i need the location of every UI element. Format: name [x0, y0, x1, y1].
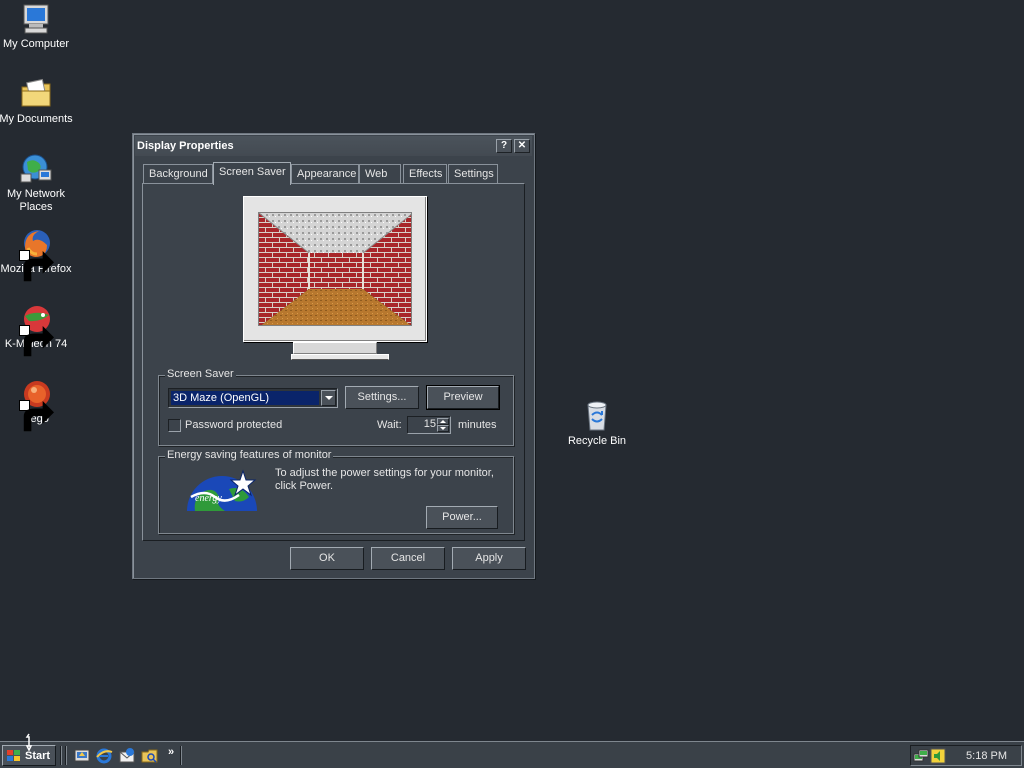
windows-logo-icon [7, 749, 20, 761]
help-button[interactable]: ? [496, 139, 512, 153]
desktop-icon-my-computer[interactable]: My Computer [0, 2, 74, 51]
desktop-icon-recycle-bin[interactable]: Recycle Bin [559, 399, 635, 448]
recycle-bin-icon [580, 399, 614, 433]
desktop-icon-network-places[interactable]: My Network Places [0, 152, 74, 214]
shortcut-arrow-icon [19, 325, 54, 357]
outlook-express-icon[interactable] [118, 747, 136, 765]
desktop-icon-my-documents[interactable]: My Documents [0, 77, 74, 126]
wait-minutes-spinner[interactable]: 15 [407, 416, 451, 434]
my-documents-icon [19, 77, 53, 111]
screensaver-group: Screen Saver 3D Maze (OpenGL) Settings..… [158, 368, 514, 446]
dropdown-arrow-icon[interactable] [321, 390, 336, 406]
kmeleon-icon [19, 302, 54, 357]
display-properties-dialog: Display Properties ? ✕ Background Screen… [132, 133, 535, 579]
shortcut-arrow-icon [19, 250, 54, 282]
explorer-icon[interactable] [141, 747, 159, 765]
screensaver-group-label: Screen Saver [165, 368, 236, 380]
desktop-icon-label: My Network Places [6, 188, 66, 213]
password-protected-checkbox[interactable] [168, 419, 181, 432]
network-places-icon [19, 152, 53, 186]
start-label: Start [25, 749, 51, 762]
monitor-frame [243, 196, 427, 342]
wait-unit-label: minutes [458, 419, 497, 431]
settings-button[interactable]: Settings... [345, 386, 419, 409]
energy-group-label: Energy saving features of monitor [165, 449, 334, 461]
network-tray-icon[interactable] [913, 748, 929, 764]
wait-label: Wait: [377, 419, 402, 431]
tab-appearance[interactable]: Appearance [291, 164, 359, 184]
my-computer-icon [19, 2, 53, 36]
desktop-icon-kmeleon[interactable]: K-Meleon 74 [0, 302, 74, 357]
apply-button[interactable]: Apply [452, 547, 526, 570]
power-button[interactable]: Power... [426, 506, 498, 529]
tab-effects[interactable]: Effects [403, 164, 447, 184]
maze-preview-screen [258, 212, 412, 326]
desktop-icon-label: My Computer [2, 38, 70, 50]
dialog-title: Display Properties [137, 140, 234, 152]
screensaver-select[interactable]: 3D Maze (OpenGL) [168, 388, 338, 408]
screensaver-preview-monitor [243, 196, 427, 368]
spin-up-icon[interactable] [437, 418, 449, 425]
taskbar-separator [65, 746, 67, 765]
tab-screen-saver[interactable]: Screen Saver [213, 162, 291, 185]
taskbar-separator [60, 746, 62, 765]
volume-tray-icon[interactable] [930, 748, 946, 764]
tab-web[interactable]: Web [359, 164, 401, 184]
spin-down-icon[interactable] [437, 425, 449, 432]
desktop-icon-firefox[interactable]: Mozilla Firefox [0, 227, 74, 282]
maze-preview-image [259, 213, 411, 325]
clock[interactable]: 5:18 PM [966, 750, 1007, 762]
energy-star-logo: energy [185, 467, 259, 511]
energy-description: To adjust the power settings for your mo… [275, 467, 494, 492]
internet-explorer-icon[interactable] [95, 747, 113, 765]
ok-button[interactable]: OK [290, 547, 364, 570]
close-button[interactable]: ✕ [514, 139, 530, 153]
monitor-base [291, 354, 389, 360]
desktop-icon-pego[interactable]: Pego [0, 377, 74, 432]
tab-background[interactable]: Background [143, 164, 213, 184]
show-desktop-icon[interactable] [73, 747, 91, 765]
desktop-icon-label: Recycle Bin [567, 435, 627, 447]
desktop-icon-label: My Documents [0, 113, 73, 125]
mouse-cursor-icon [24, 733, 36, 752]
wait-minutes-value: 15 [423, 418, 436, 430]
title-bar[interactable]: Display Properties ? ✕ [135, 136, 532, 156]
screen-saver-panel: Screen Saver 3D Maze (OpenGL) Settings..… [142, 183, 525, 541]
pego-icon [19, 377, 54, 432]
system-tray: 5:18 PM [910, 745, 1022, 766]
svg-text:energy: energy [195, 493, 222, 504]
preview-button[interactable]: Preview [427, 386, 499, 409]
taskbar: Start » 5:18 PM [0, 741, 1024, 768]
password-protected-label: Password protected [185, 419, 283, 431]
cancel-button[interactable]: Cancel [371, 547, 445, 570]
quick-launch-chevron[interactable]: » [168, 746, 174, 758]
shortcut-arrow-icon [19, 400, 54, 432]
firefox-icon [19, 227, 54, 282]
monitor-neck [293, 342, 377, 354]
taskbar-separator [180, 746, 182, 765]
screensaver-selected-value: 3D Maze (OpenGL) [171, 391, 319, 405]
tab-settings[interactable]: Settings [448, 164, 498, 184]
energy-group: Energy saving features of monitor energy… [158, 449, 514, 534]
